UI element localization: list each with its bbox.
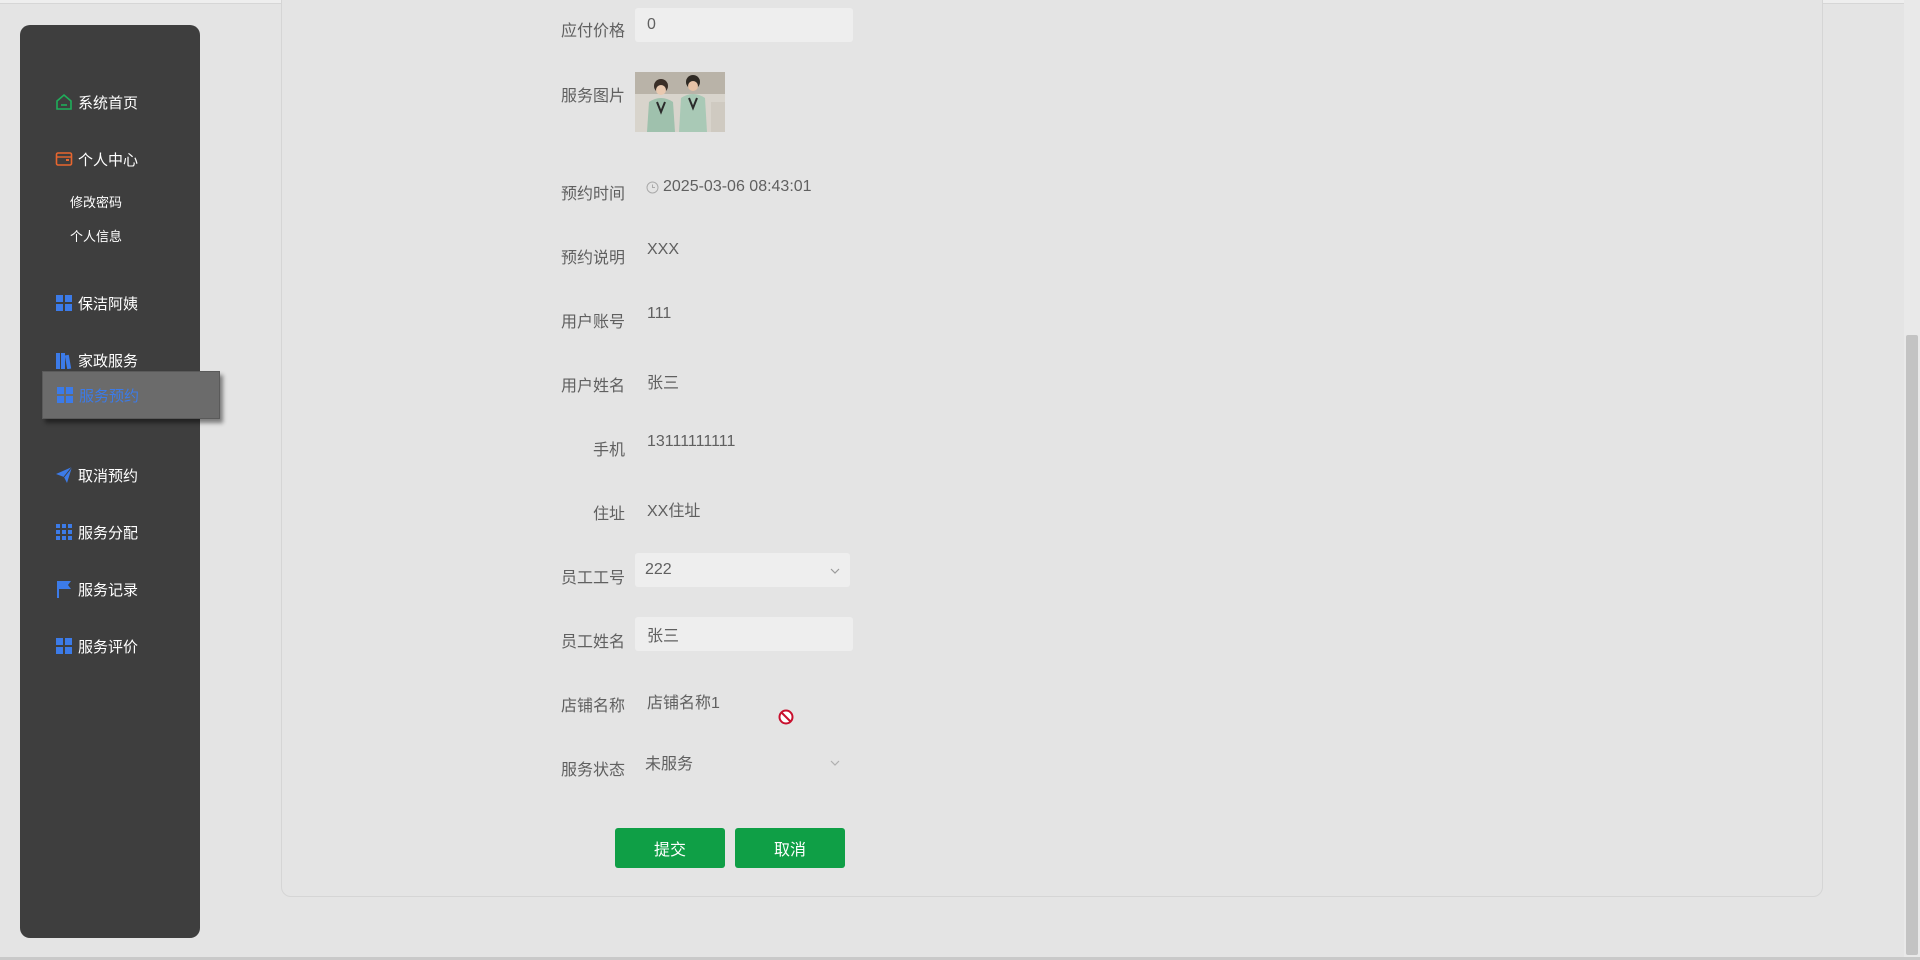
booking-desc-label: 预约说明 [560, 250, 625, 267]
sidebar-item-label: 取消预约 [78, 467, 139, 485]
apps-icon [54, 522, 74, 542]
sidebar-item-cancel-booking[interactable]: 取消预约 [20, 455, 200, 495]
wallet-icon [54, 149, 74, 169]
staff-id-value: 222 [645, 561, 672, 578]
sidebar-item-label: 服务分配 [78, 524, 139, 542]
sidebar-item-label: 服务预约 [79, 387, 140, 405]
grid-icon [54, 293, 74, 313]
price-input[interactable]: 0 [635, 8, 853, 42]
booking-desc-value[interactable]: XXX [647, 241, 679, 259]
sidebar-item-cleaners[interactable]: 保洁阿姨 [20, 283, 200, 323]
sidebar-item-personal-center[interactable]: 个人中心 [20, 139, 200, 179]
grid-icon [55, 385, 75, 405]
form-panel [281, 0, 1823, 897]
user-name-value[interactable]: 张三 [647, 369, 679, 393]
sidebar-item-home[interactable]: 系统首页 [20, 82, 200, 122]
address-value[interactable]: XX住址 [647, 497, 700, 521]
not-allowed-icon [778, 709, 794, 730]
sidebar-item-label: 系统首页 [78, 94, 139, 112]
phone-label: 手机 [592, 442, 625, 459]
shop-name-label: 店铺名称 [560, 698, 625, 715]
submit-button[interactable]: 提交 [615, 828, 725, 868]
send-icon [54, 465, 74, 485]
user-account-value[interactable]: 111 [647, 305, 671, 323]
shop-name-value[interactable]: 店铺名称1 [647, 689, 720, 713]
staff-id-select[interactable]: 222 [635, 553, 850, 587]
cancel-button[interactable]: 取消 [735, 828, 845, 868]
service-status-label: 服务状态 [560, 762, 625, 779]
sidebar-item-service-records[interactable]: 服务记录 [20, 569, 200, 609]
sidebar-item-service-assign[interactable]: 服务分配 [20, 512, 200, 552]
scrollbar-thumb[interactable] [1906, 335, 1918, 955]
price-label: 应付价格 [560, 23, 625, 40]
chevron-down-icon [830, 563, 840, 574]
chevron-down-icon [830, 755, 840, 766]
sidebar-item-label: 服务评价 [78, 638, 139, 656]
sidebar-item-service-reviews[interactable]: 服务评价 [20, 626, 200, 666]
booking-time-label: 预约时间 [560, 186, 625, 203]
flag-icon [54, 579, 74, 599]
books-icon [54, 350, 74, 370]
user-name-label: 用户姓名 [560, 378, 625, 395]
sub-item-personal-info[interactable]: 个人信息 [70, 224, 122, 246]
service-image-label: 服务图片 [560, 88, 625, 105]
staff-name-label: 员工姓名 [560, 634, 625, 651]
sidebar-item-service-booking[interactable]: 服务预约 [42, 371, 220, 419]
sidebar-item-label: 家政服务 [78, 352, 139, 370]
clock-icon [646, 181, 659, 194]
sidebar-item-label: 保洁阿姨 [78, 295, 139, 313]
service-image[interactable] [635, 72, 725, 132]
booking-time-value: 2025-03-06 08:43:01 [663, 178, 812, 195]
booking-time-field[interactable]: 2025-03-06 08:43:01 [646, 178, 812, 196]
user-account-label: 用户账号 [560, 314, 625, 331]
service-status-value: 未服务 [645, 756, 694, 773]
address-label: 住址 [592, 506, 625, 523]
sidebar: 系统首页 个人中心 修改密码 个人信息 保洁阿姨 家政服务 服务预约 取消预约 [20, 25, 220, 938]
service-status-select[interactable]: 未服务 [635, 745, 850, 779]
grid-icon [54, 636, 74, 656]
phone-value[interactable]: 13111111111 [647, 433, 735, 451]
home-icon [54, 92, 74, 112]
sidebar-item-label: 服务记录 [78, 581, 139, 599]
staff-name-input[interactable]: 张三 [635, 617, 853, 651]
staff-id-label: 员工工号 [560, 570, 625, 587]
sidebar-item-label: 个人中心 [78, 151, 139, 169]
sub-item-change-password[interactable]: 修改密码 [70, 190, 122, 212]
